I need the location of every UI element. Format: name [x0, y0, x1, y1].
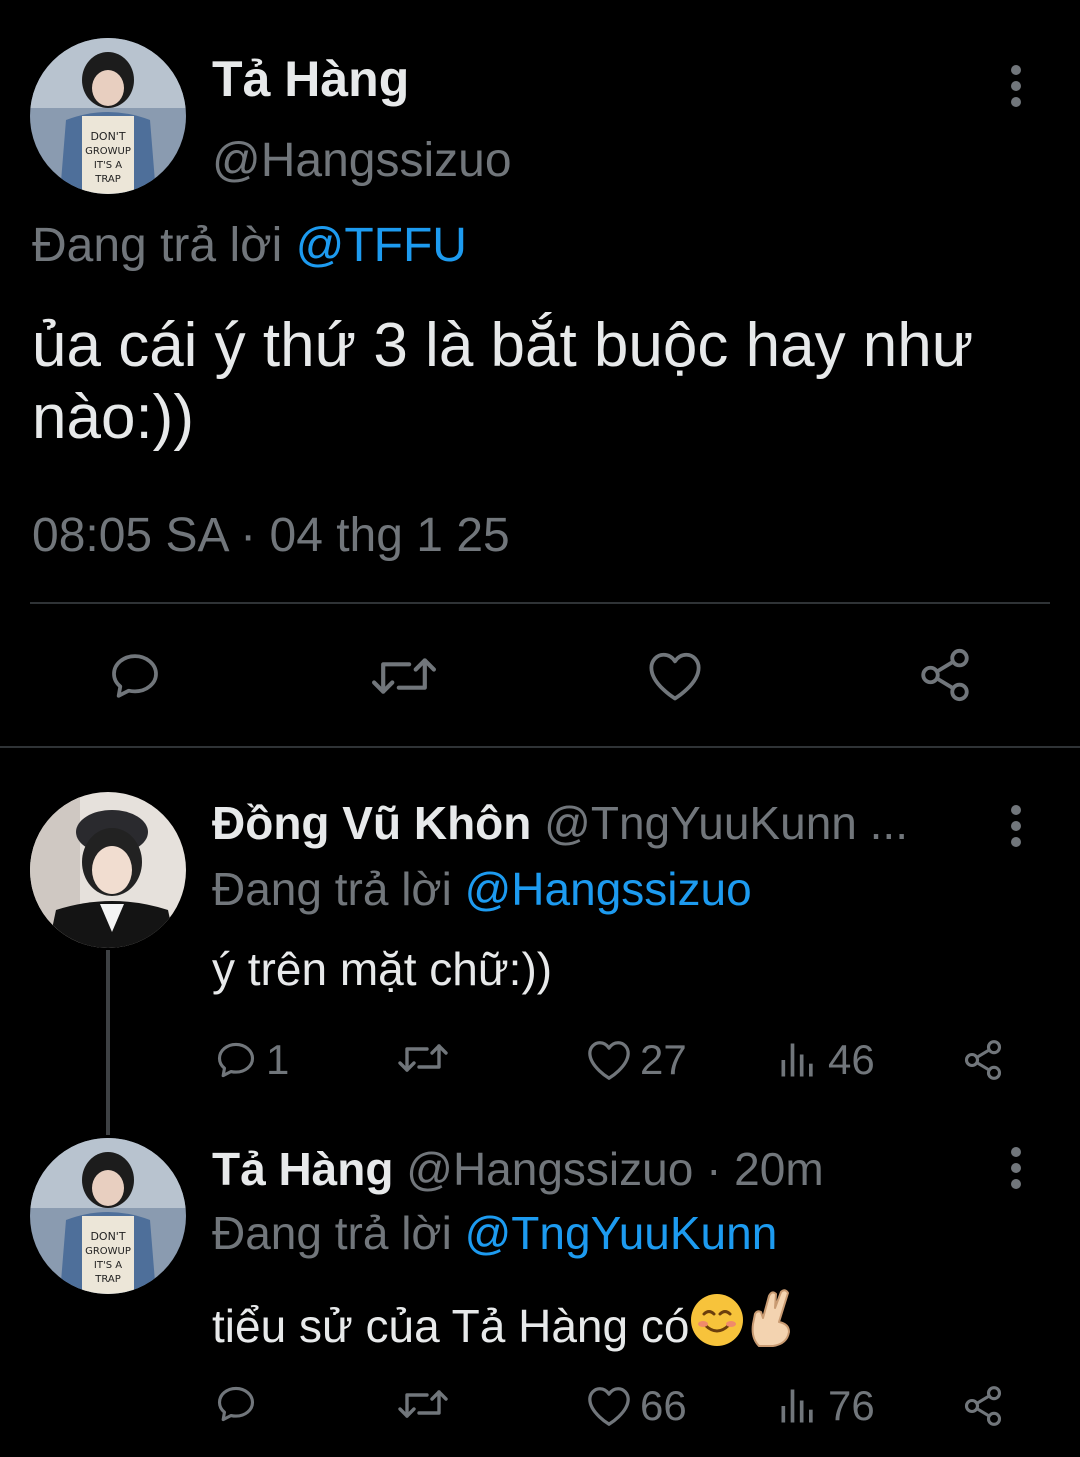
avatar-image: DON'T GROWUP IT'S A TRAP: [30, 38, 186, 194]
views-chart-icon: [781, 1043, 813, 1077]
author-handle[interactable]: @Hangssizuo: [212, 133, 512, 188]
mention-link[interactable]: @Hangssizuo: [465, 863, 752, 915]
retweet-icon[interactable]: [370, 650, 438, 702]
reply-action[interactable]: [214, 1382, 266, 1426]
like-count: 66: [640, 1382, 687, 1429]
svg-text:GROWUP: GROWUP: [85, 146, 131, 157]
retweet-action[interactable]: [396, 1384, 458, 1424]
svg-text:GROWUP: GROWUP: [85, 1246, 131, 1257]
retweet-action[interactable]: [396, 1038, 458, 1078]
svg-text:TRAP: TRAP: [94, 1274, 121, 1285]
share-icon[interactable]: [916, 646, 974, 704]
svg-text:IT'S A: IT'S A: [94, 160, 122, 171]
retweet-icon: [398, 1044, 448, 1072]
replying-to: Đang trả lời @TngYuuKunn: [212, 1206, 777, 1260]
avatar-image: [30, 792, 186, 948]
reply-count: 1: [266, 1036, 290, 1083]
reply-icon[interactable]: [106, 648, 164, 704]
views-count: 76: [828, 1382, 875, 1429]
views-chart-icon: [781, 1389, 813, 1423]
reply-author-name[interactable]: Tả Hàng: [212, 1143, 393, 1195]
like-action[interactable]: 27: [586, 1036, 687, 1084]
like-icon: [588, 1387, 630, 1426]
reply-header: Tả Hàng @Hangssizuo · 20m: [212, 1142, 987, 1196]
reply-author-name[interactable]: Đồng Vũ Khôn: [212, 797, 531, 849]
views-action[interactable]: 46: [776, 1036, 875, 1084]
replying-to: Đang trả lời @TFFU: [32, 218, 467, 273]
like-count: 27: [640, 1036, 687, 1083]
like-action[interactable]: 66: [586, 1382, 687, 1430]
tweet-timestamp[interactable]: 08:05 SA · 04 thg 1 25: [32, 508, 510, 563]
replying-to-label: Đang trả lời: [32, 219, 283, 272]
reply-author-handle[interactable]: @Hangssizuo · 20m: [406, 1143, 823, 1195]
avatar-reply-2[interactable]: DON'T GROWUP IT'S A TRAP: [30, 1138, 186, 1294]
avatar-image: DON'T GROWUP IT'S A TRAP: [30, 1138, 186, 1294]
crossed-fingers-icon: [752, 1289, 791, 1347]
divider: [0, 746, 1080, 748]
replying-to-label: Đang trả lời: [212, 1207, 452, 1259]
reply-author-handle[interactable]: @TngYuuKunn ...: [544, 797, 908, 849]
views-action[interactable]: 76: [776, 1382, 875, 1430]
replying-to: Đang trả lời @Hangssizuo: [212, 862, 752, 916]
tweet-text: ủa cái ý thứ 3 là bắt buộc hay như nào:)…: [32, 311, 974, 452]
svg-text:DON'T: DON'T: [90, 130, 125, 143]
avatar-main[interactable]: DON'T GROWUP IT'S A TRAP: [30, 38, 186, 194]
like-icon: [588, 1041, 630, 1080]
retweet-icon: [398, 1390, 448, 1418]
reply-icon: [217, 1386, 255, 1422]
reply-text: ý trên mặt chữ:)): [212, 943, 553, 995]
mention-link[interactable]: @TFFU: [296, 219, 467, 272]
more-options-icon[interactable]: [1006, 1146, 1026, 1190]
replying-to-label: Đang trả lời: [212, 863, 452, 915]
reply-action[interactable]: 1: [214, 1036, 289, 1084]
avatar-reply-1[interactable]: [30, 792, 186, 948]
mention-link[interactable]: @TngYuuKunn: [465, 1207, 778, 1259]
more-options-icon[interactable]: [1006, 804, 1026, 848]
reply-icon: [217, 1042, 255, 1078]
share-icon[interactable]: [960, 1038, 1006, 1082]
thread-connector: [106, 950, 110, 1135]
reply-text-line: tiểu sử của Tả Hàng có: [212, 1288, 797, 1353]
divider: [30, 602, 1050, 604]
views-count: 46: [828, 1036, 875, 1083]
svg-text:IT'S A: IT'S A: [94, 1260, 122, 1271]
author-name[interactable]: Tả Hàng: [212, 50, 409, 108]
more-options-icon[interactable]: [1006, 64, 1026, 108]
smiling-face-icon: [691, 1294, 744, 1346]
like-icon[interactable]: [646, 650, 704, 702]
share-icon[interactable]: [960, 1384, 1006, 1428]
reply-header: Đồng Vũ Khôn @TngYuuKunn ...: [212, 796, 987, 850]
svg-text:DON'T: DON'T: [90, 1230, 125, 1243]
reply-text: tiểu sử của Tả Hàng có: [212, 1300, 690, 1352]
svg-text:TRAP: TRAP: [94, 174, 121, 185]
